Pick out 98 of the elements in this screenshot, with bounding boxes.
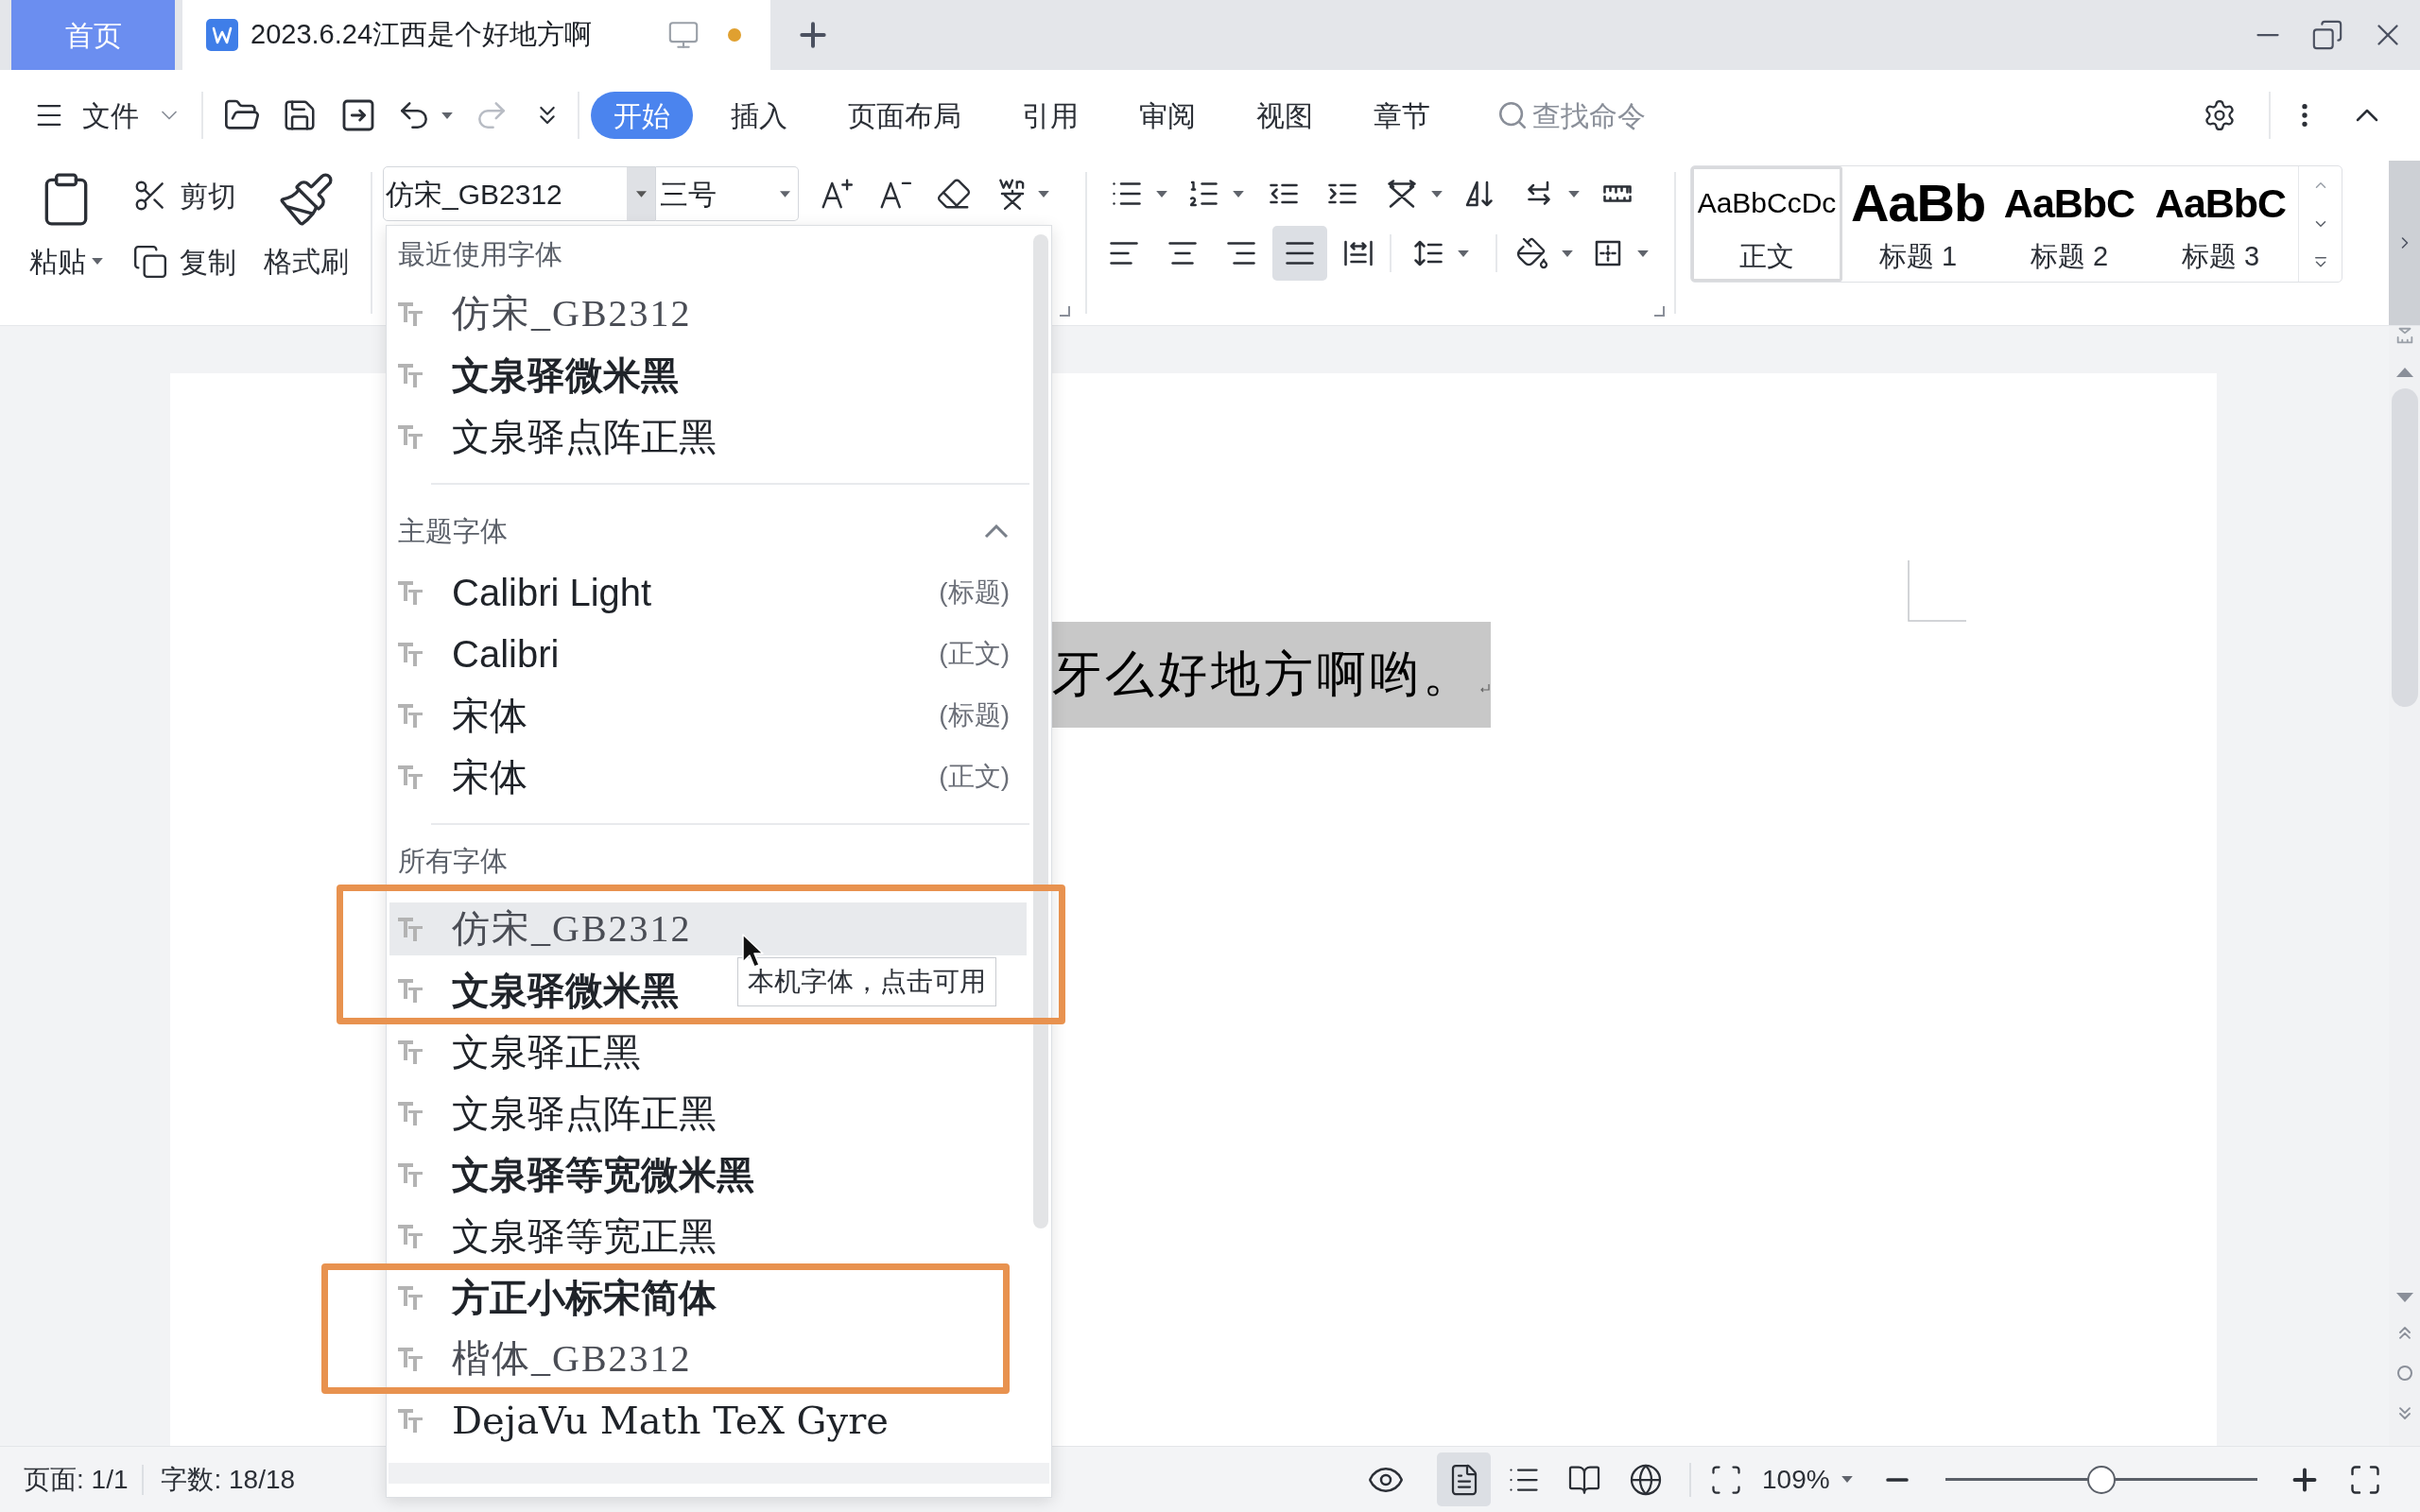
font-option[interactable]: 方正小标宋简体 <box>389 1271 734 1324</box>
caret-icon <box>1038 190 1049 198</box>
font-option[interactable]: 文泉驿点阵正黑 <box>389 410 734 463</box>
ribbon-tab[interactable]: 审阅 <box>1109 92 1226 139</box>
margin-corner-mark <box>1908 560 1966 622</box>
document-icon <box>206 19 238 51</box>
globe-icon <box>1629 1462 1663 1497</box>
paint-bucket-icon[interactable] <box>1515 236 1549 270</box>
ribbon-tab[interactable]: 视图 <box>1226 92 1343 139</box>
font-dropdown-button[interactable] <box>627 167 655 220</box>
scroll-up-arrow-icon[interactable] <box>2395 368 2413 377</box>
style-option[interactable]: AaBbC 标题 3 <box>2145 166 2296 282</box>
style-option[interactable]: AaBbC 标题 2 <box>1994 166 2145 282</box>
font-tooltip: 本机字体，点击可用 <box>737 957 996 1006</box>
caret-icon <box>1841 1476 1853 1483</box>
ribbon-tab[interactable]: 页面布局 <box>818 92 992 139</box>
copy-icon <box>132 244 168 280</box>
caret-icon <box>1562 249 1573 257</box>
font-name-field[interactable]: 仿宋_GB2312 <box>383 166 656 221</box>
settings-icon[interactable] <box>2203 98 2237 132</box>
font-type-icon <box>398 363 423 387</box>
caret-icon <box>635 190 647 198</box>
font-option[interactable]: Calibri Light (标题) <box>389 566 1027 619</box>
crossed-arrows-icon[interactable] <box>1385 177 1419 211</box>
format-painter-button[interactable]: 格式刷 <box>263 161 350 325</box>
section-header: 最近使用字体 <box>398 238 562 270</box>
font-option[interactable]: 宋体 (标题) <box>389 689 1027 742</box>
style-option[interactable]: AaBbCcDc 正文 <box>1691 166 1842 282</box>
font-option[interactable]: 文泉驿微米黑 <box>389 349 696 402</box>
scroll-down-arrow-icon[interactable] <box>2395 1293 2413 1302</box>
caret-icon <box>1431 190 1443 198</box>
document-tab[interactable]: 2023.6.24江西是个好地方啊 <box>182 0 770 70</box>
save-icon[interactable] <box>282 97 318 133</box>
font-option[interactable]: 文泉驿微米黑 <box>389 964 696 1017</box>
font-type-icon <box>398 301 423 326</box>
file-menu-button[interactable]: 文件 <box>33 94 182 137</box>
font-option[interactable]: DejaVu Math TeX Gyre <box>389 1394 906 1447</box>
ribbon-tab[interactable]: 开始 <box>591 92 693 139</box>
caret-icon <box>1637 249 1649 257</box>
section-header: 主题字体 <box>398 515 508 547</box>
search-icon <box>1496 99 1529 131</box>
ribbon-tab[interactable]: 引用 <box>992 92 1109 139</box>
font-option[interactable]: 文泉驿等宽微米黑 <box>389 1148 771 1201</box>
font-option[interactable]: 仿宋_GB2312 <box>389 902 1027 955</box>
ribbon-tab[interactable]: 章节 <box>1343 92 1461 139</box>
caret-icon <box>1156 190 1167 198</box>
font-option[interactable]: Calibri (正文) <box>389 627 1027 680</box>
font-type-icon <box>398 978 423 1003</box>
page-indicator: 页面: 1/1 <box>24 1463 129 1496</box>
caret-icon <box>1233 190 1244 198</box>
font-type-icon <box>398 703 423 728</box>
font-size-field[interactable]: 三号 <box>656 166 799 221</box>
font-type-icon <box>398 1347 423 1371</box>
font-option[interactable]: 文泉驿点阵正黑 <box>389 1087 734 1140</box>
section-header: 所有字体 <box>398 845 508 877</box>
caret-icon <box>780 190 790 198</box>
search-field[interactable]: 查找命令 <box>1532 94 1693 136</box>
font-type-icon <box>398 1162 423 1187</box>
font-option[interactable]: 楷体_GB2312 <box>389 1332 709 1385</box>
font-type-icon <box>398 642 423 666</box>
zoom-slider[interactable] <box>1945 1465 2257 1494</box>
font-option[interactable]: 文泉驿正黑 <box>389 1025 658 1078</box>
cut-button[interactable]: 剪切 <box>132 172 236 219</box>
caret-icon <box>441 112 453 119</box>
panel-toggle-button[interactable] <box>2389 161 2420 325</box>
view-mode-button[interactable] <box>1437 1452 1491 1506</box>
font-option[interactable]: 宋体 (正文) <box>389 750 1027 803</box>
circle-icon[interactable] <box>2395 1365 2413 1382</box>
caret-icon <box>1458 249 1469 257</box>
style-option[interactable]: AaBb 标题 1 <box>1842 166 1994 282</box>
font-type-icon <box>398 424 423 449</box>
font-type-icon <box>398 917 423 941</box>
caret-icon <box>92 258 103 265</box>
dropdown-scrollbar-thumb[interactable] <box>1032 234 1048 1228</box>
dialog-launcher-icon[interactable] <box>1653 305 1665 317</box>
chevron-up-icon[interactable] <box>984 524 1009 539</box>
monitor-icon[interactable] <box>667 19 700 51</box>
restore-icon[interactable] <box>2311 19 2343 51</box>
font-type-icon <box>398 1040 423 1064</box>
caret-icon <box>1568 190 1580 198</box>
font-type-icon <box>398 1408 423 1433</box>
slider-thumb[interactable] <box>2087 1465 2116 1494</box>
paste-button[interactable]: 粘贴 <box>19 161 113 325</box>
font-option[interactable]: 文泉驿等宽正黑 <box>389 1210 734 1263</box>
dialog-launcher-icon[interactable] <box>1059 305 1070 317</box>
font-type-icon <box>398 1224 423 1248</box>
justify-button[interactable] <box>1272 226 1327 281</box>
document-text: 牙么好地方啊哟。 <box>1052 646 1476 703</box>
copy-button[interactable]: 复制 <box>132 238 236 285</box>
font-type-icon <box>398 1285 423 1310</box>
font-option[interactable]: 仿宋_GB2312 <box>389 287 709 340</box>
paragraph-mark-icon <box>1479 683 1491 695</box>
zoom-dropdown[interactable]: 109% <box>1762 1459 1860 1500</box>
word-count: 字数: 18/18 <box>161 1463 296 1496</box>
font-type-icon <box>398 765 423 789</box>
font-type-icon <box>398 580 423 605</box>
font-type-icon <box>398 1101 423 1125</box>
ribbon-tab[interactable]: 插入 <box>700 92 818 139</box>
